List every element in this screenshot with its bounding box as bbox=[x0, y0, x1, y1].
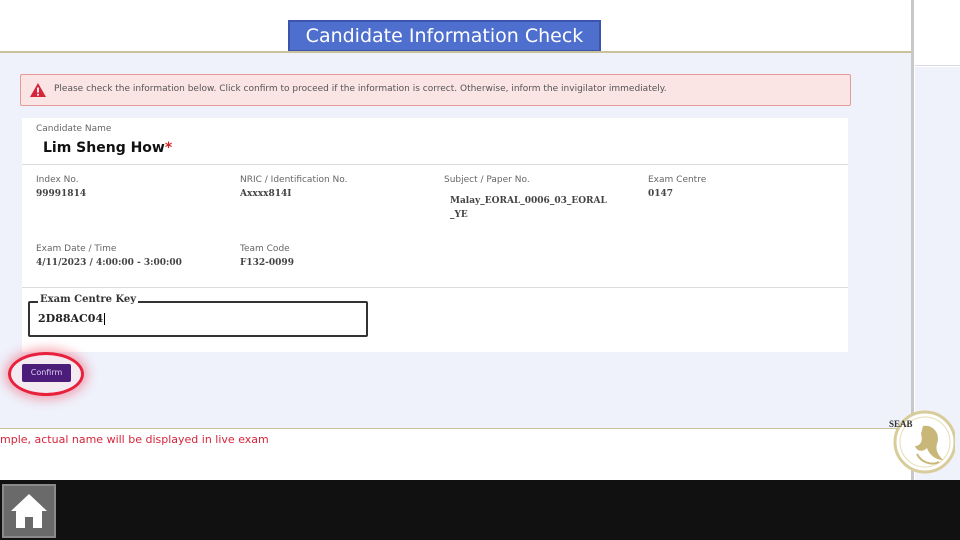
index-no-label: Index No. bbox=[36, 175, 79, 185]
exam-app-window: Candidate Information Check Please check… bbox=[0, 0, 960, 540]
content-bottom-divider bbox=[0, 428, 912, 429]
exam-centre-key-field[interactable]: Exam Centre Key 2D88AC04 bbox=[28, 294, 368, 337]
exam-date-label: Exam Date / Time bbox=[36, 244, 117, 254]
home-button[interactable] bbox=[2, 484, 56, 538]
candidate-info-card: Candidate Name Lim Sheng How* Index No. … bbox=[22, 118, 848, 352]
right-top-panel bbox=[915, 0, 960, 66]
exam-date-value: 4/11/2023 / 4:00:00 - 3:00:00 bbox=[36, 258, 182, 268]
alert-message: Please check the information below. Clic… bbox=[54, 84, 667, 94]
exam-centre-value: 0147 bbox=[648, 189, 674, 199]
seab-seal-logo: SEAB bbox=[889, 410, 955, 474]
exam-centre-key-input[interactable]: 2D88AC04 bbox=[38, 312, 106, 325]
required-marker: * bbox=[164, 140, 173, 156]
taskbar bbox=[0, 480, 960, 540]
exam-centre-label: Exam Centre bbox=[648, 175, 707, 185]
nric-value: Axxxx814I bbox=[240, 189, 292, 199]
sample-name-note: mple, actual name will be displayed in l… bbox=[0, 433, 269, 446]
subject-paper-value-line2: _YE bbox=[450, 210, 468, 220]
seal-text: SEAB bbox=[889, 419, 913, 429]
subject-paper-label: Subject / Paper No. bbox=[444, 175, 530, 185]
team-code-value: F132-0099 bbox=[240, 258, 294, 268]
candidate-name-label: Candidate Name bbox=[36, 124, 112, 134]
warning-icon bbox=[30, 83, 46, 97]
nric-label: NRIC / Identification No. bbox=[240, 175, 348, 185]
info-alert: Please check the information below. Clic… bbox=[20, 74, 851, 106]
page-title: Candidate Information Check bbox=[288, 20, 601, 52]
candidate-name-value: Lim Sheng How bbox=[43, 140, 165, 156]
exam-centre-key-label: Exam Centre Key bbox=[38, 294, 139, 305]
index-no-value: 99991814 bbox=[36, 189, 87, 199]
confirm-button[interactable]: Confirm bbox=[22, 364, 71, 382]
team-code-label: Team Code bbox=[240, 244, 290, 254]
text-caret bbox=[104, 313, 106, 325]
home-icon bbox=[11, 494, 47, 528]
subject-paper-value-line1: Malay_EORAL_0006_03_EORAL bbox=[450, 196, 607, 206]
card-divider bbox=[22, 287, 848, 288]
exam-centre-key-value: 2D88AC04 bbox=[38, 312, 104, 325]
candidate-name: Lim Sheng How* bbox=[43, 140, 172, 156]
card-divider bbox=[22, 164, 848, 165]
